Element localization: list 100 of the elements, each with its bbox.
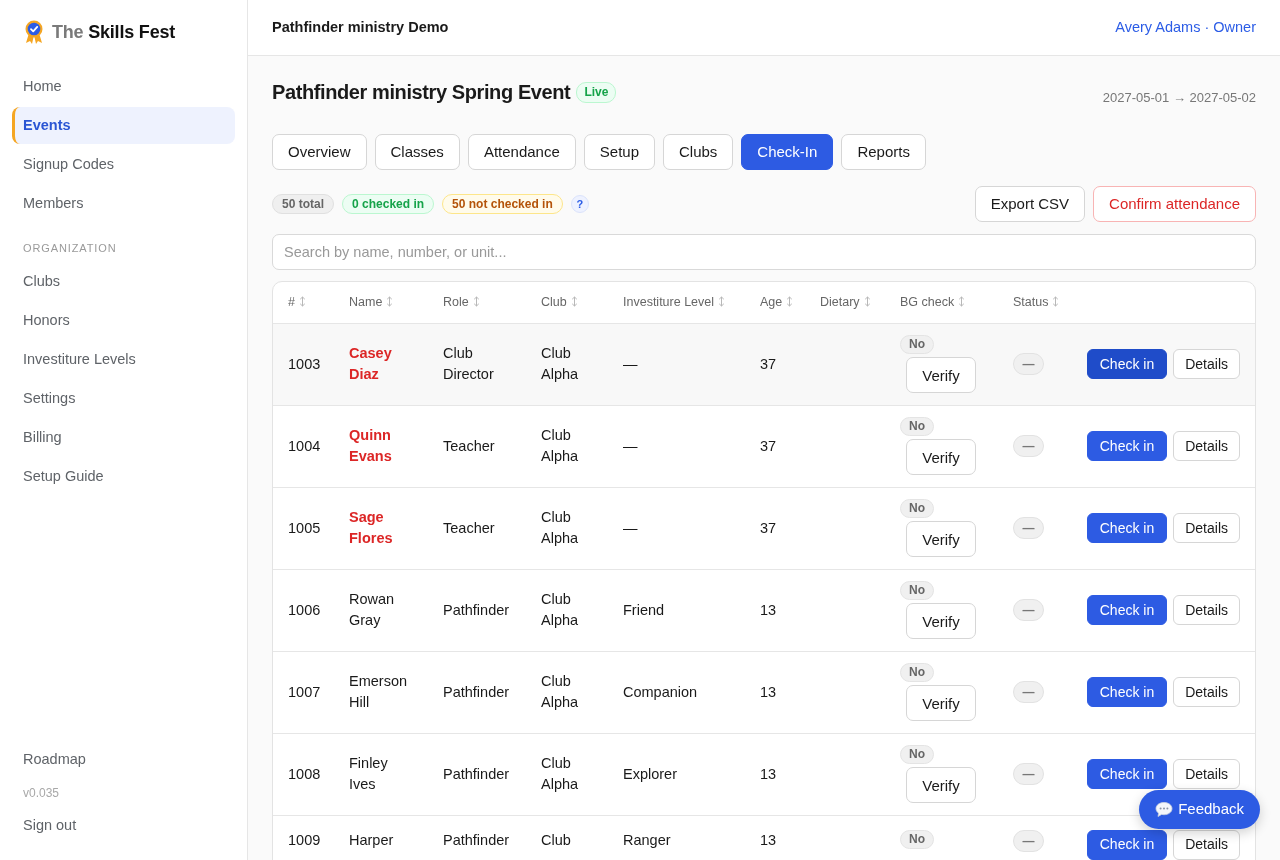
status-badge: Live (576, 81, 617, 103)
club-name: Club Alpha (541, 755, 579, 792)
details-button[interactable]: Details (1173, 595, 1240, 625)
member-name: Quinn Evans (349, 427, 392, 464)
age-text: 13 (760, 765, 777, 782)
tab[interactable]: Setup (583, 134, 655, 170)
sidebar-item[interactable]: Setup Guide (12, 458, 235, 495)
tab[interactable]: Clubs (663, 134, 734, 170)
table-row[interactable]: 1003 Casey Diaz Club Director Club Alpha — 37 No Verify — Check in Details (273, 323, 1255, 405)
sidebar-item[interactable]: Roadmap (12, 741, 235, 778)
sidebar-item[interactable]: Home (12, 68, 235, 105)
help-badge[interactable]: ? (570, 195, 589, 213)
column-header[interactable]: Age (760, 294, 783, 309)
bg-check-badge: No (900, 335, 934, 354)
verify-button[interactable]: Verify (906, 685, 976, 721)
column-header[interactable]: Role (443, 294, 469, 309)
speech-bubble-icon (1155, 801, 1174, 818)
search-field[interactable]: Search by name, number, or unit... (272, 234, 1256, 270)
investiture-level: Companion (623, 683, 698, 700)
role-text: Teacher (443, 519, 495, 536)
sort-icon (298, 295, 306, 307)
column-header[interactable]: BG check (900, 294, 955, 309)
status-badge: — (1013, 599, 1044, 621)
total-count-badge: 50 total (272, 194, 334, 214)
tab[interactable]: Overview (272, 134, 367, 170)
sort-icon (570, 295, 578, 307)
column-header[interactable]: # (288, 294, 295, 309)
bg-check-badge: No (900, 581, 934, 600)
check-in-button[interactable]: Check in (1086, 513, 1168, 543)
column-header[interactable]: Investiture Level (623, 294, 715, 309)
checked-in-badge: 0 checked in (342, 194, 435, 214)
member-name: Harper (349, 831, 394, 848)
column-header[interactable]: Status (1013, 294, 1049, 309)
role-text: Pathfinder (443, 683, 510, 700)
details-button[interactable]: Details (1173, 431, 1240, 461)
club-name: Club Alpha (541, 509, 579, 546)
column-header[interactable]: Name (349, 294, 383, 309)
sidebar-item[interactable]: Clubs (12, 263, 235, 300)
brand-name: The Skills Fest (52, 20, 176, 44)
details-button[interactable]: Details (1173, 677, 1240, 707)
member-number: 1003 (288, 355, 321, 372)
details-button[interactable]: Details (1173, 513, 1240, 543)
feedback-button[interactable]: Feedback (1139, 790, 1260, 829)
verify-button[interactable]: Verify (906, 603, 976, 639)
sidebar-item[interactable]: Investiture Levels (12, 341, 235, 378)
club-name: Club Alpha (541, 345, 579, 382)
check-in-button[interactable]: Check in (1086, 431, 1168, 461)
verify-button[interactable]: Verify (906, 357, 976, 393)
table-row[interactable]: 1005 Sage Flores Teacher Club Alpha — 37 No Verify — Check in Details (273, 487, 1255, 569)
event-title: Pathfinder ministry Spring Event (272, 80, 571, 104)
age-text: 13 (760, 831, 777, 848)
member-number: 1009 (288, 831, 321, 848)
status-badge: — (1013, 517, 1044, 539)
version-text: v0.035 (22, 785, 61, 801)
tab[interactable]: Check-In (741, 134, 834, 170)
bg-check-badge: No (900, 745, 934, 764)
age-text: 37 (760, 519, 777, 536)
sidebar-item[interactable]: Settings (12, 380, 235, 417)
check-in-button[interactable]: Check in (1086, 349, 1168, 379)
details-button[interactable]: Details (1173, 759, 1240, 789)
sidebar-item[interactable]: Honors (12, 302, 235, 339)
details-button[interactable]: Details (1173, 829, 1240, 860)
verify-button[interactable]: Verify (906, 439, 976, 475)
age-text: 37 (760, 355, 777, 372)
verify-button[interactable]: Verify (906, 767, 976, 803)
check-in-button[interactable]: Check in (1086, 677, 1168, 707)
column-header[interactable]: Club (541, 294, 567, 309)
sidebar-item[interactable]: Sign out (12, 807, 235, 844)
export-button[interactable]: Export CSV (974, 186, 1086, 222)
member-number: 1004 (288, 437, 321, 454)
check-in-button[interactable]: Check in (1086, 759, 1168, 789)
check-in-button[interactable]: Check in (1086, 595, 1168, 625)
check-in-button[interactable]: Check in (1086, 829, 1168, 860)
member-name: Sage Flores (349, 509, 393, 546)
role-text: Teacher (443, 437, 495, 454)
tab[interactable]: Attendance (467, 134, 576, 170)
age-text: 13 (760, 601, 777, 618)
table-row[interactable]: 1006 Rowan Gray Pathfinder Club Alpha Friend 13 No Verify — Check in Details (273, 569, 1255, 651)
member-name: Casey Diaz (349, 345, 392, 382)
column-header[interactable]: Dietary (820, 294, 860, 309)
sidebar-item[interactable]: Events (12, 107, 235, 144)
status-badge: — (1013, 353, 1044, 375)
sort-icon (718, 295, 726, 307)
table-row[interactable]: 1004 Quinn Evans Teacher Club Alpha — 37 No Verify — Check in Details (273, 405, 1255, 487)
tab[interactable]: Classes (374, 134, 460, 170)
sidebar-item[interactable]: Signup Codes (12, 146, 235, 183)
sidebar-item[interactable]: Billing (12, 419, 235, 456)
sidebar-item[interactable]: Members (12, 185, 235, 222)
details-button[interactable]: Details (1173, 349, 1240, 379)
verify-button[interactable]: Verify (906, 521, 976, 557)
role-text: Pathfinder (443, 601, 510, 618)
table-row[interactable]: 1007 Emerson Hill Pathfinder Club Alpha Companion 13 No Verify — Check in Details (273, 651, 1255, 733)
confirm-button[interactable]: Confirm attendance (1093, 186, 1256, 222)
investiture-level: — (623, 519, 638, 536)
age-text: 13 (760, 683, 777, 700)
sort-icon (1052, 295, 1060, 307)
not-checked-in-badge: 50 not checked in (442, 194, 563, 214)
tab[interactable]: Reports (841, 134, 926, 170)
member-name: Finley Ives (349, 755, 388, 792)
user-link[interactable]: Avery Adams · Owner (1115, 16, 1256, 39)
